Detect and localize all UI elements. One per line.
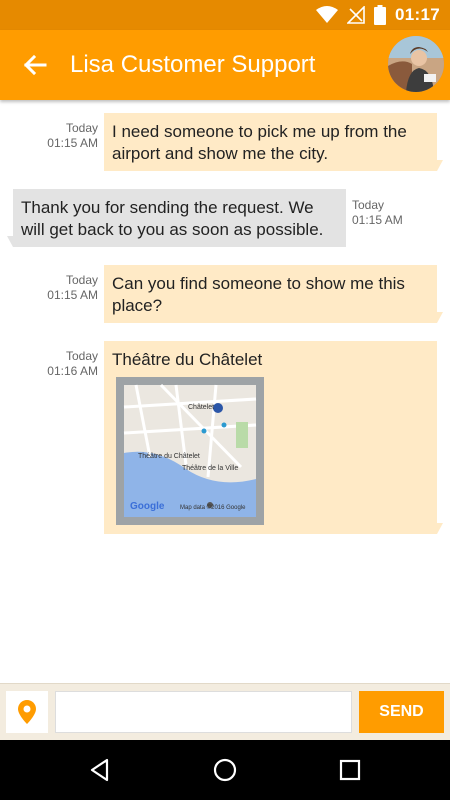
recents-square-icon xyxy=(339,759,361,781)
google-logo: Google xyxy=(130,501,165,512)
message-bubble-incoming: Thank you for sending the request. We wi… xyxy=(13,189,346,247)
message-composer: SEND xyxy=(0,683,450,741)
message-bubble-outgoing: Can you find someone to show me this pla… xyxy=(104,265,437,323)
map-attribution: Map data ©2016 Google xyxy=(180,505,246,511)
message-timestamp: Today 01:15 AM xyxy=(40,273,98,303)
nav-recents-button[interactable] xyxy=(335,755,365,785)
bubble-tail xyxy=(437,160,443,171)
wifi-icon xyxy=(316,6,339,23)
contact-avatar[interactable] xyxy=(388,36,444,92)
message-text: Can you find someone to show me this pla… xyxy=(112,274,405,315)
map-label-theatre-chatelet: Théâtre du Châtelet xyxy=(138,453,200,460)
back-button[interactable] xyxy=(20,50,50,80)
message-day: Today xyxy=(352,198,385,212)
map-thumbnail[interactable]: Châtelet Théâtre du Châtelet Théâtre de … xyxy=(116,377,264,525)
bubble-tail xyxy=(7,236,13,247)
nav-home-button[interactable] xyxy=(210,755,240,785)
nav-back-button[interactable] xyxy=(85,755,115,785)
map-label-theatre-ville: Théâtre de la Ville xyxy=(182,465,239,472)
message-time: 01:16 AM xyxy=(47,364,98,378)
navigation-bar xyxy=(0,740,450,800)
message-text: Théâtre du Châtelet xyxy=(112,350,263,369)
home-circle-icon xyxy=(213,758,237,782)
no-signal-icon xyxy=(347,6,365,24)
message-day: Today xyxy=(65,349,98,363)
bubble-tail xyxy=(437,312,443,323)
message-time: 01:15 AM xyxy=(47,288,98,302)
status-bar: 01:17 xyxy=(0,0,450,30)
message-timestamp: Today 01:15 AM xyxy=(352,198,412,228)
message-day: Today xyxy=(65,273,98,287)
app-bar: Lisa Customer Support xyxy=(0,30,450,100)
avatar-photo xyxy=(388,36,444,92)
page-title: Lisa Customer Support xyxy=(70,51,316,78)
message-text: Thank you for sending the request. We wi… xyxy=(21,198,324,239)
status-time: 01:17 xyxy=(395,5,440,24)
location-button[interactable] xyxy=(6,691,48,733)
message-input[interactable] xyxy=(55,691,352,733)
arrow-back-icon xyxy=(23,54,47,76)
message-time: 01:15 AM xyxy=(47,136,98,150)
location-pin-icon xyxy=(18,700,36,724)
message-time: 01:15 AM xyxy=(352,213,403,227)
bubble-tail xyxy=(437,523,443,534)
message-timestamp: Today 01:16 AM xyxy=(40,349,98,379)
map-label-chatelet: Châtelet xyxy=(188,404,215,411)
message-timestamp: Today 01:15 AM xyxy=(40,121,98,151)
message-day: Today xyxy=(65,121,98,135)
back-triangle-icon xyxy=(90,758,109,782)
send-button[interactable]: SEND xyxy=(359,691,444,733)
battery-icon xyxy=(374,5,387,25)
message-bubble-outgoing: I need someone to pick me up from the ai… xyxy=(104,113,437,171)
message-text: I need someone to pick me up from the ai… xyxy=(112,122,407,163)
status-icons: 01:17 xyxy=(316,0,440,30)
